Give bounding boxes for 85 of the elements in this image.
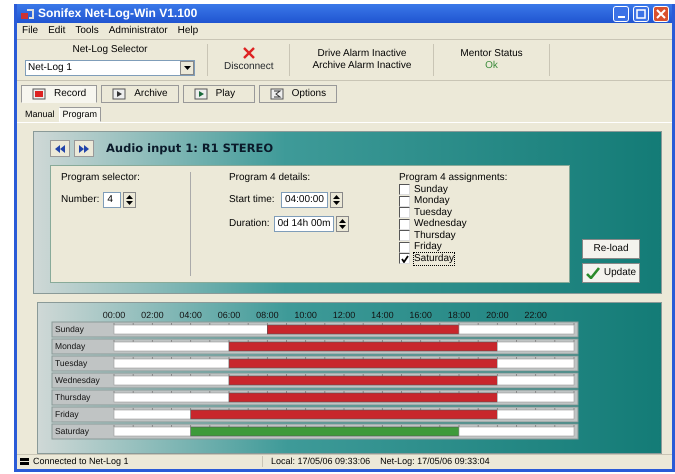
menu-item[interactable]: Help [176, 25, 200, 38]
window-title: Sonifex Net-Log-Win V1.100 [38, 6, 198, 21]
tab[interactable]: Record [21, 85, 98, 104]
status-grip-icon [20, 457, 29, 466]
mentor-label: Mentor Status [460, 48, 523, 60]
spin-arrows-icon [330, 193, 342, 208]
next-button[interactable] [74, 140, 94, 158]
axis-label: 14:00 [371, 310, 394, 320]
axis-label: 20:00 [486, 310, 509, 320]
record-icon [32, 88, 46, 100]
field-label: Start time: [229, 194, 276, 206]
axis-label: 04:00 [179, 310, 202, 320]
rewind-icon [55, 144, 65, 153]
play-icon [112, 88, 126, 100]
checkbox-label: Sunday [414, 184, 448, 196]
tab[interactable]: Options [258, 85, 338, 104]
axis-label: 00:00 [102, 310, 126, 320]
day-label: Friday [55, 408, 79, 419]
status-text: Drive Alarm Inactive [317, 48, 406, 60]
day-label: Saturday [55, 426, 90, 436]
section-heading: Program selector: [61, 172, 141, 184]
checkbox-label: Tuesday [414, 206, 452, 218]
previous-button[interactable] [50, 140, 70, 158]
status-text: Local: 17/05/06 09:33:06 Net-Log: 17/05/06 09:33:04 [271, 456, 490, 468]
day-label: Monday [55, 340, 86, 351]
field-label: Number: [61, 194, 100, 206]
disconnect-button[interactable]: Disconnect [208, 44, 290, 76]
check-icon [586, 267, 600, 280]
axis-label: 16:00 [409, 310, 432, 320]
maximize-button[interactable] [633, 6, 649, 22]
checkbox[interactable] [399, 253, 410, 264]
field-label: Duration: [229, 218, 270, 230]
tab[interactable]: Manual [21, 107, 59, 122]
axis-label: 02:00 [141, 310, 164, 320]
mentor-status: Ok [485, 60, 498, 72]
netlog-dropdown[interactable]: Net-Log 1 [25, 60, 195, 76]
update-button[interactable]: Update [582, 263, 640, 284]
minimize-button[interactable] [613, 6, 629, 22]
checkbox[interactable] [399, 196, 410, 207]
section-heading: Program 4 assignments: [399, 172, 508, 184]
day-label: Wednesday [55, 374, 100, 385]
checkbox-label: Wednesday [414, 218, 467, 230]
fast-forward-icon [79, 144, 89, 153]
section-heading: Program 4 details: [229, 172, 312, 184]
checkbox[interactable] [399, 242, 410, 253]
checkbox[interactable] [399, 218, 410, 230]
axis-label: 06:00 [218, 310, 240, 320]
checkbox-label: Monday [414, 195, 450, 208]
axis-label: 12:00 [332, 310, 356, 320]
checkbox[interactable] [399, 230, 410, 242]
menu-item[interactable]: File [21, 25, 40, 38]
menu-item[interactable]: Administrator [108, 25, 169, 38]
axis-label: 22:00 [524, 310, 547, 320]
axis-label: 08:00 [256, 310, 279, 320]
tab[interactable]: Program [58, 107, 102, 122]
play-icon [194, 88, 208, 100]
reload-button[interactable]: Re-load [582, 239, 640, 260]
checkbox[interactable] [399, 207, 410, 218]
day-label: Tuesday [55, 358, 88, 368]
maximize-icon [636, 8, 646, 19]
axis-label: 10:00 [294, 310, 317, 320]
panel-title: Audio input 1: R1 STEREO [106, 142, 274, 156]
close-button[interactable] [653, 6, 669, 22]
menu-item[interactable]: Edit [47, 25, 66, 38]
cross-icon [242, 46, 255, 59]
status-text: Connected to Net-Log 1 [33, 456, 263, 468]
day-label: Sunday [55, 324, 84, 334]
checkbox-label: Thursday [414, 230, 456, 242]
day-label: Thursday [55, 392, 90, 402]
minimize-icon [618, 16, 624, 18]
tab[interactable]: Archive [101, 85, 179, 104]
caret-icon [184, 66, 190, 70]
axis-label: 18:00 [448, 310, 470, 320]
checkbox-label: Friday [414, 241, 442, 254]
tab[interactable]: Play [182, 85, 255, 104]
menu-item[interactable]: Tools [74, 25, 100, 38]
selector-label: Net-Log Selector [72, 44, 148, 56]
close-icon [656, 8, 666, 19]
spin-arrows-icon [337, 217, 348, 232]
spin-arrows-icon [124, 193, 136, 208]
options-icon [270, 88, 284, 100]
status-text: Archive Alarm Inactive [312, 60, 412, 72]
checkbox-label: Saturday [414, 252, 454, 265]
checkbox[interactable] [399, 184, 410, 196]
app-icon [20, 8, 34, 20]
